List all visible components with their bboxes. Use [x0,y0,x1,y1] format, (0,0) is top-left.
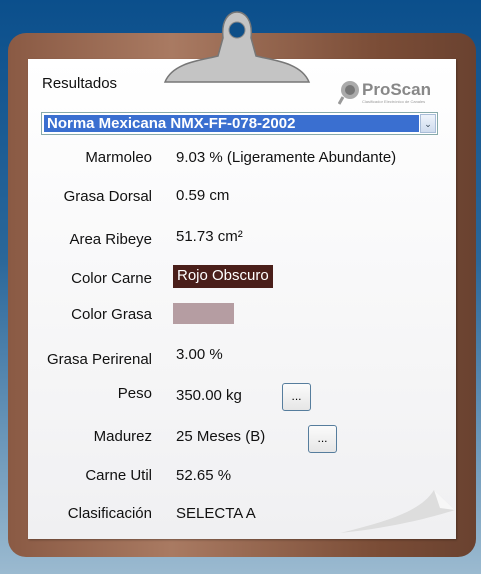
grasa-perirenal-value: 3.00 % [176,346,223,363]
madurez-edit-button[interactable]: ... [308,425,337,453]
page-curl-icon [340,488,456,538]
norma-select[interactable]: Norma Mexicana NMX-FF-078-2002 ⌄ [41,112,438,135]
color-carne-label: Color Carne [71,270,152,287]
marmoleo-value: 9.03 % (Ligeramente Abundante) [176,149,397,166]
clasificacion-value: SELECTA A [176,505,256,522]
carne-util-value: 52.65 % [176,467,232,484]
peso-label: Peso [117,385,152,402]
grasa-perirenal-label: Grasa Perirenal [46,351,152,368]
peso-edit-button[interactable]: ... [282,383,311,411]
carne-util-label: Carne Util [85,467,152,484]
proscan-logo-icon [337,81,359,105]
results-title: Resultados [42,75,118,92]
clasificacion-label: Clasificación [67,505,152,522]
color-grasa-swatch [173,303,234,324]
grasa-dorsal-value: 0.59 cm [176,187,230,204]
proscan-logo: ProScan Clasificador Electrónico de Cana… [337,80,433,106]
color-carne-value: Rojo Obscuro [173,265,273,288]
madurez-value: 25 Meses (B) [176,428,266,445]
marmoleo-label: Marmoleo [85,149,152,166]
clipboard-clip-icon [163,11,311,83]
area-ribeye-value: 51.73 cm² [176,228,243,245]
color-grasa-label: Color Grasa [71,306,152,323]
grasa-dorsal-label: Grasa Dorsal [63,188,152,205]
area-ribeye-label: Area Ribeye [69,231,152,248]
chevron-down-icon[interactable]: ⌄ [420,114,436,133]
peso-value: 350.00 kg [176,387,242,404]
madurez-label: Madurez [93,428,152,445]
